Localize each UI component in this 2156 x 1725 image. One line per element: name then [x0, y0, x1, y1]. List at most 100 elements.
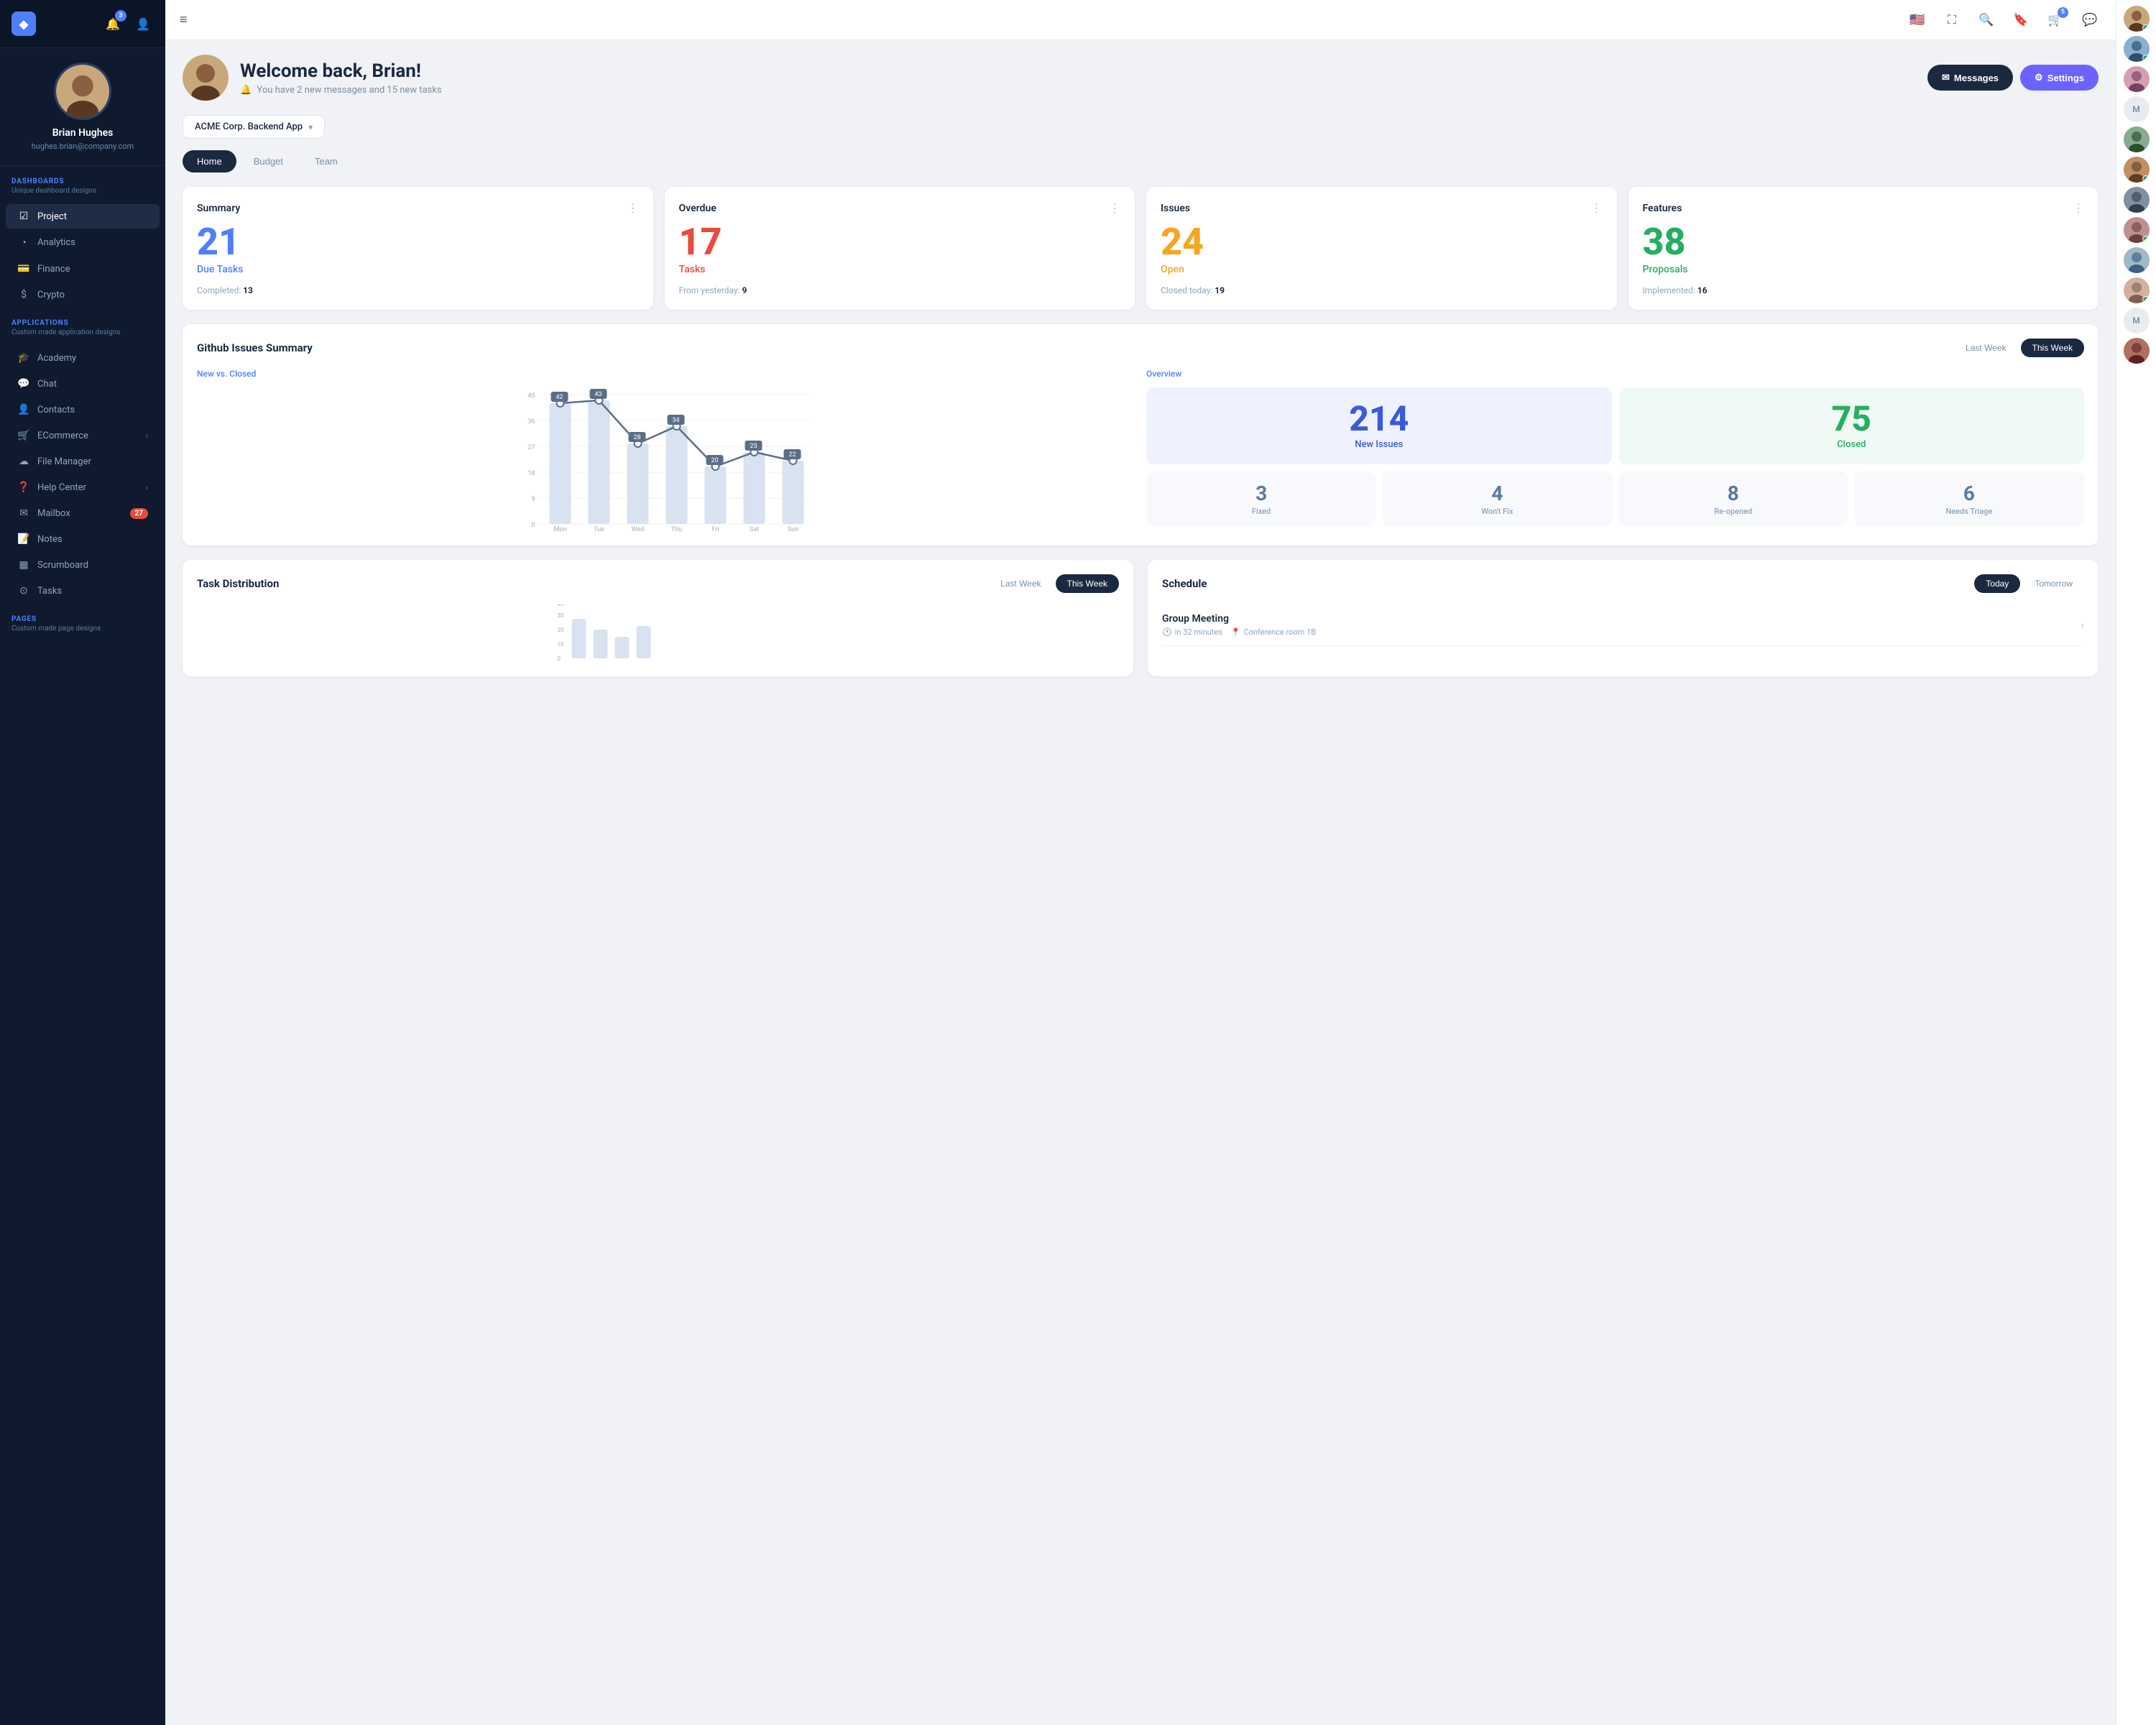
sidebar-item-mailbox[interactable]: ✉ Mailbox 27	[6, 501, 160, 525]
stat-card-header: Summary ⋮	[197, 201, 639, 215]
schedule-header: Schedule Today Tomorrow	[1162, 574, 2084, 593]
last-week-tab[interactable]: Last Week	[1954, 339, 2017, 357]
sidebar-profile-name: Brian Hughes	[11, 127, 154, 139]
sidebar-item-label: Help Center	[37, 482, 86, 493]
sidebar-item-ecommerce[interactable]: 🛒 ECommerce ›	[6, 423, 160, 448]
messages-icon[interactable]: 💬	[2078, 9, 2101, 32]
task-dist-header: Task Distribution Last Week This Week	[197, 574, 1119, 593]
flag-icon[interactable]: 🇺🇸	[1906, 9, 1929, 32]
svg-text:Sun: Sun	[788, 526, 798, 531]
svg-text:Mon: Mon	[554, 526, 567, 531]
sidebar-item-tasks[interactable]: ⊙ Tasks	[6, 579, 160, 603]
sidebar-item-label: ECommerce	[37, 431, 88, 441]
svg-text:Thu: Thu	[671, 526, 682, 531]
gear-icon: ⚙	[2035, 72, 2043, 83]
sidebar-item-academy[interactable]: 🎓 Academy	[6, 346, 160, 370]
notification-bell-icon[interactable]: 🔔 3	[102, 13, 124, 34]
online-indicator	[2142, 236, 2149, 242]
project-selector[interactable]: ACME Corp. Backend App ▾	[183, 115, 325, 139]
right-avatar-placeholder-m1[interactable]: M	[2124, 96, 2150, 122]
sidebar-avatar	[54, 63, 111, 120]
stat-footer: From yesterday: 9	[679, 285, 1121, 295]
sidebar-item-project[interactable]: ☑ Project	[6, 204, 160, 229]
this-week-tab[interactable]: This Week	[2021, 339, 2084, 357]
right-avatar-9[interactable]	[2124, 247, 2150, 273]
tabs-nav: Home Budget Team	[183, 150, 2099, 172]
right-avatar-1[interactable]	[2124, 6, 2150, 32]
task-distribution-card: Task Distribution Last Week This Week 0 …	[183, 560, 1133, 676]
chevron-right-icon: ›	[146, 483, 148, 492]
welcome-avatar	[183, 55, 229, 101]
tab-home[interactable]: Home	[183, 150, 236, 172]
stat-label: Open	[1161, 264, 1603, 275]
right-avatar-10[interactable]	[2124, 277, 2150, 303]
sidebar-applications-section: APPLICATIONS Custom made application des…	[0, 308, 165, 345]
applications-label: APPLICATIONS	[11, 319, 154, 327]
stat-card-header: Overdue ⋮	[679, 201, 1121, 215]
right-avatar-8[interactable]	[2124, 217, 2150, 243]
fullscreen-icon[interactable]: ⛶	[1940, 9, 1963, 32]
settings-button[interactable]: ⚙ Settings	[2020, 65, 2099, 91]
svg-text:34: 34	[672, 417, 679, 424]
project-selector-label: ACME Corp. Backend App	[195, 121, 303, 132]
project-icon: ☑	[17, 211, 30, 222]
sidebar-item-contacts[interactable]: 👤 Contacts	[6, 397, 160, 422]
new-issues-label: New Issues	[1161, 439, 1598, 450]
stat-title: Summary	[197, 203, 240, 214]
sidebar-item-analytics[interactable]: ◔ Analytics	[6, 230, 160, 255]
sidebar-item-helpcenter[interactable]: ❓ Help Center ›	[6, 475, 160, 500]
cart-icon[interactable]: 🛒 5	[2044, 9, 2067, 32]
tasks-icon: ⊙	[17, 585, 30, 597]
stat-footer: Closed today: 19	[1161, 285, 1603, 295]
mini-num: 4	[1392, 482, 1602, 505]
right-avatar-placeholder-m2[interactable]: M	[2124, 308, 2150, 334]
sidebar-item-chat[interactable]: 💬 Chat	[6, 372, 160, 396]
schedule-today-tab[interactable]: Today	[1974, 574, 2020, 593]
sidebar-item-filemanager[interactable]: ☁ File Manager	[6, 449, 160, 474]
svg-text:10: 10	[558, 641, 564, 648]
sidebar-item-scrumboard[interactable]: ▦ Scrumboard	[6, 553, 160, 577]
tab-budget[interactable]: Budget	[239, 150, 298, 172]
task-this-week-tab[interactable]: This Week	[1056, 574, 1119, 593]
pages-sub: Custom made page designs	[11, 625, 154, 632]
more-options-icon[interactable]: ⋮	[627, 201, 639, 215]
task-dist-chart: 0 10 20 30 40	[197, 604, 1119, 662]
search-icon[interactable]: 🔍	[1975, 9, 1998, 32]
closed-issues-card: 75 Closed	[1619, 387, 2085, 464]
right-avatar-5[interactable]	[2124, 126, 2150, 152]
messages-button[interactable]: ✉ Messages	[1927, 65, 2013, 91]
svg-text:42: 42	[556, 394, 563, 401]
stat-footer: Completed: 13	[197, 285, 639, 295]
right-avatar-6[interactable]	[2124, 157, 2150, 183]
more-options-icon[interactable]: ⋮	[1591, 201, 1603, 215]
more-options-icon[interactable]: ⋮	[1109, 201, 1120, 215]
right-avatar-3[interactable]	[2124, 66, 2150, 92]
right-avatar-7[interactable]	[2124, 187, 2150, 213]
sidebar-item-notes[interactable]: 📝 Notes	[6, 527, 160, 551]
chart-section: New vs. Closed 45 36 27 18 9 0	[197, 369, 1135, 531]
mailbox-icon: ✉	[17, 507, 30, 519]
task-last-week-tab[interactable]: Last Week	[989, 574, 1052, 593]
stat-card-header: Issues ⋮	[1161, 201, 1603, 215]
stat-card-issues: Issues ⋮ 24 Open Closed today: 19	[1146, 187, 1617, 310]
more-options-icon[interactable]: ⋮	[2073, 201, 2084, 215]
sidebar-item-crypto[interactable]: $ Crypto	[6, 282, 160, 307]
right-avatar-2[interactable]	[2124, 36, 2150, 62]
user-circle-icon[interactable]: 👤	[132, 13, 154, 34]
mini-label: Fixed	[1156, 507, 1366, 516]
tab-team[interactable]: Team	[300, 150, 352, 172]
overview-section: Overview 214 New Issues 75 Closed	[1146, 369, 2084, 531]
chevron-right-icon[interactable]: ›	[2081, 620, 2084, 631]
pages-label: PAGES	[11, 615, 154, 623]
bookmark-icon[interactable]: 🔖	[2009, 9, 2032, 32]
svg-text:27: 27	[528, 444, 535, 451]
mailbox-badge: 27	[130, 508, 148, 519]
menu-icon[interactable]: ≡	[180, 12, 188, 27]
svg-text:36: 36	[528, 418, 535, 426]
sidebar-logo[interactable]: ◆	[11, 12, 36, 36]
sidebar-item-finance[interactable]: 💳 Finance	[6, 257, 160, 281]
stat-number: 17	[679, 224, 1121, 261]
welcome-actions: ✉ Messages ⚙ Settings	[1927, 65, 2099, 91]
schedule-tomorrow-tab[interactable]: Tomorrow	[2023, 574, 2084, 593]
right-avatar-12[interactable]	[2124, 338, 2150, 364]
